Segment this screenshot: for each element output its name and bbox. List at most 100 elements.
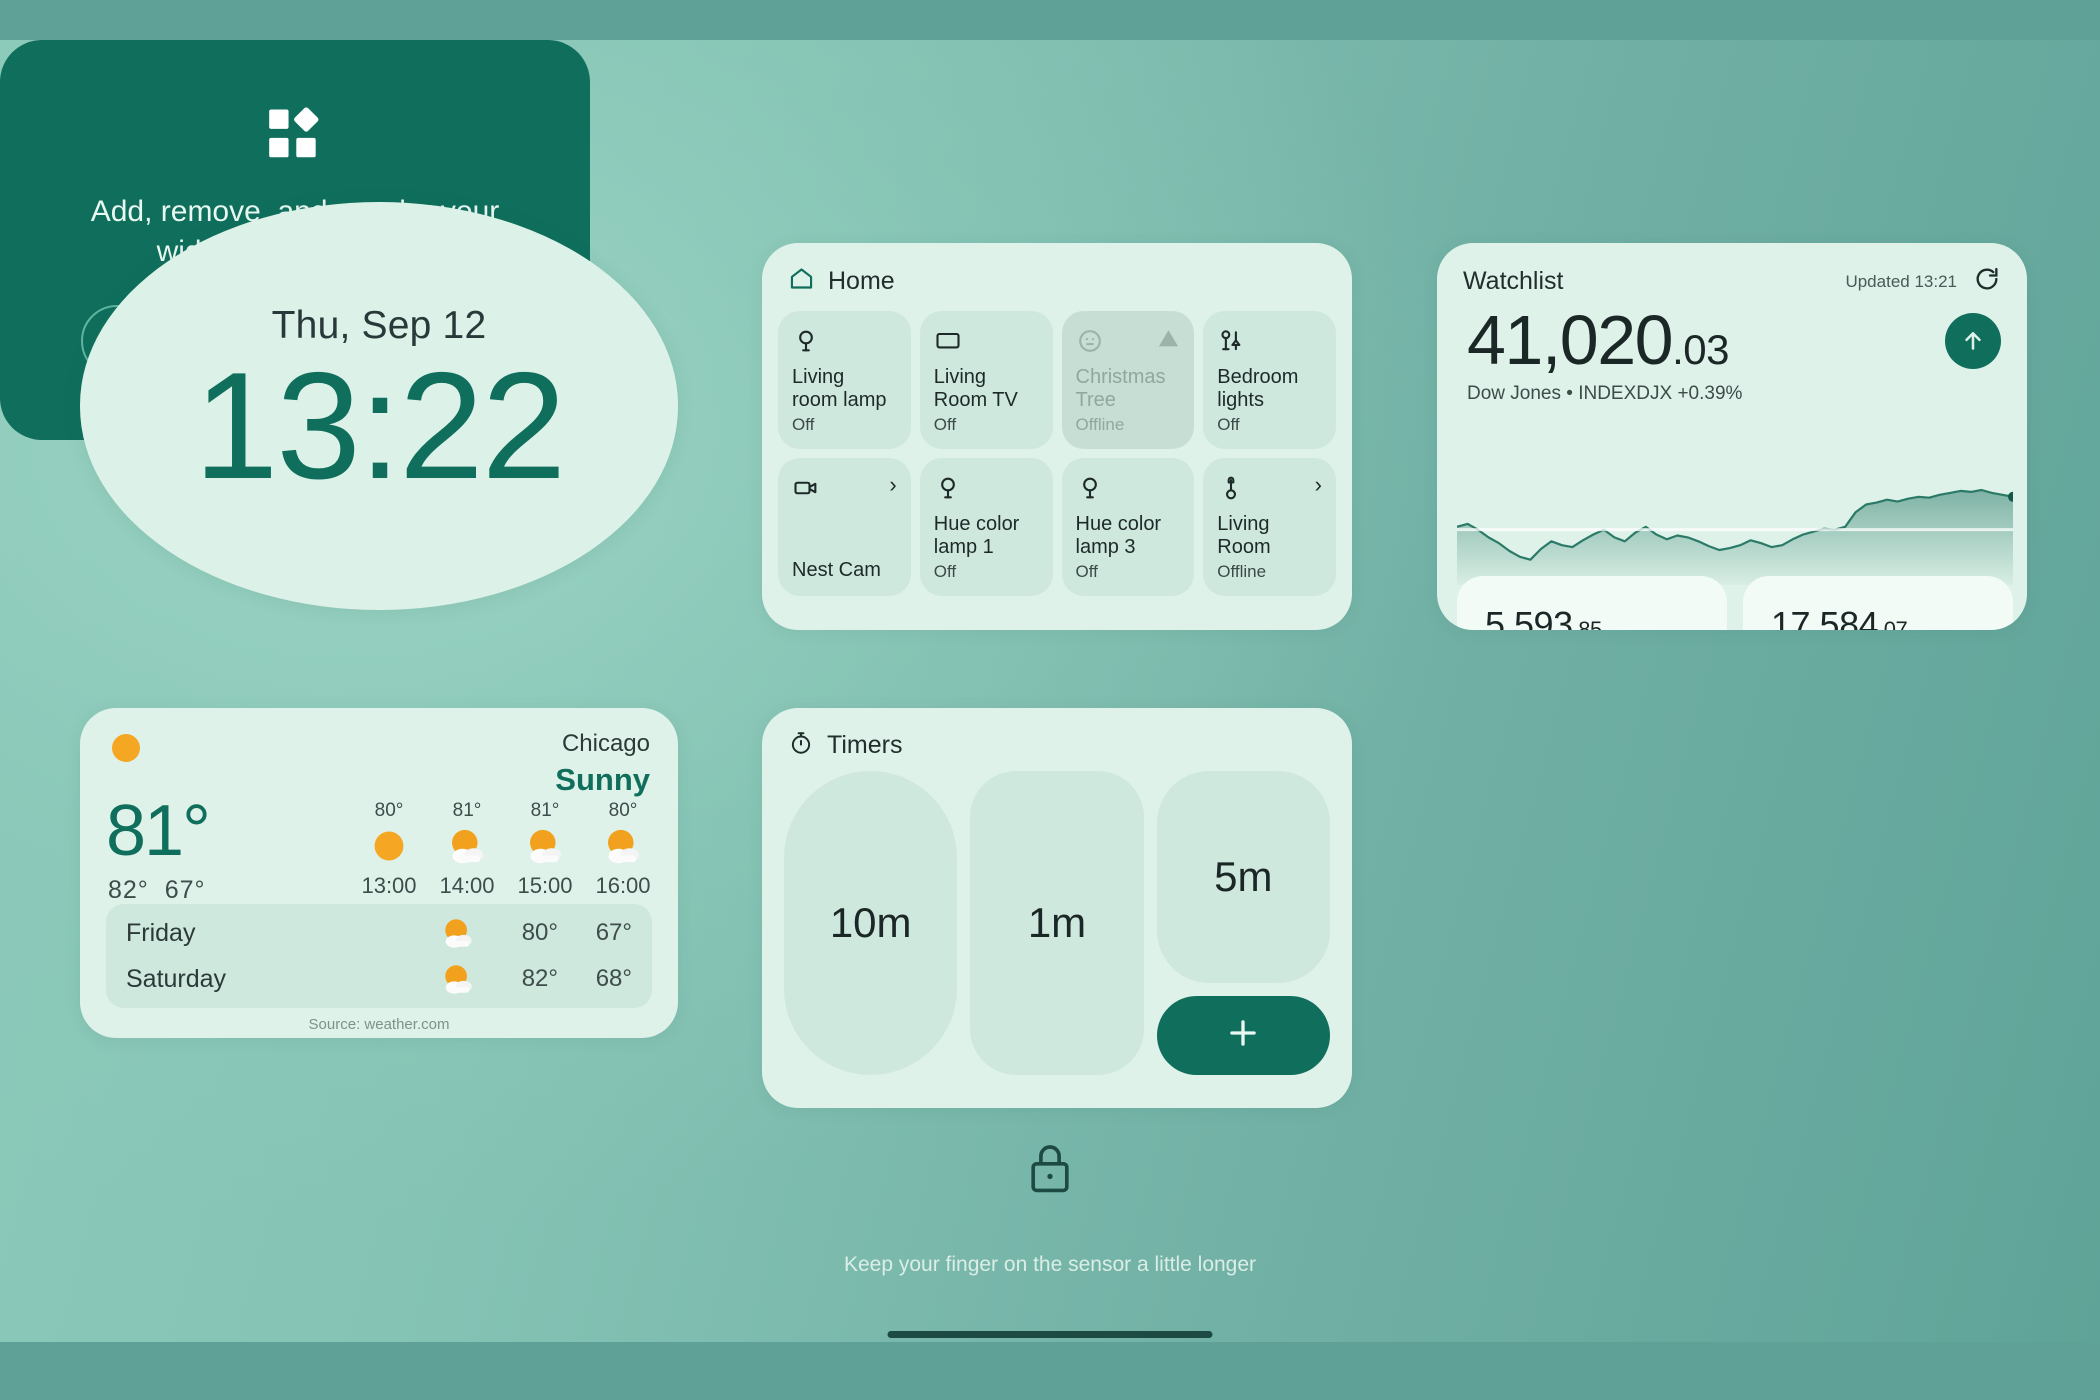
home-tile-state: Off — [1075, 562, 1098, 581]
timer-chip[interactable]: 5m — [1156, 771, 1330, 983]
weather-forecast-low: 67° — [595, 919, 632, 946]
chevron-right-icon[interactable]: › — [889, 474, 896, 496]
weather-daily-forecast: Friday 80° 67° Saturday 82° 68° — [106, 904, 652, 1008]
home-tile[interactable]: Living Room TV Off — [919, 311, 1053, 449]
timer-col-1: 10m — [784, 771, 958, 1075]
timer-col-3: 5m — [1156, 771, 1330, 1075]
weather-hour-temp: 81° — [530, 800, 560, 821]
weather-current-section: Chicago Sunny 81° 82° 67° 80° 13:00 81° 1… — [80, 708, 678, 904]
plus-icon — [1224, 1014, 1262, 1057]
weather-high-low: 82° 67° — [108, 876, 206, 905]
home-tile[interactable]: › Living Room Offline — [1203, 458, 1336, 596]
widgets-icon — [264, 103, 326, 170]
home-tile[interactable]: Hue color lamp 1 Off — [919, 458, 1053, 596]
sun-cloud-icon — [436, 826, 498, 871]
watchlist-price-cents: .03 — [1672, 326, 1729, 373]
watchlist-title: Watchlist — [1463, 267, 1564, 295]
watchlist-mini-card[interactable]: 5,593.85 — [1457, 576, 1727, 630]
home-tile[interactable]: Hue color lamp 3 Off — [1061, 458, 1195, 596]
weather-forecast-high: 82° — [521, 965, 558, 992]
weather-forecast-day: Friday — [126, 918, 196, 947]
weather-hour-temp: 81° — [452, 800, 482, 821]
tv-icon — [934, 327, 962, 360]
watchlist-widget[interactable]: Watchlist Updated 13:21 41,020.03 Dow Jo… — [1437, 243, 2027, 630]
weather-high: 82° — [108, 876, 149, 904]
letterbox-bottom — [0, 1342, 2100, 1400]
weather-condition: Sunny — [555, 762, 650, 797]
weather-hourly-forecast: 80° 13:00 81° 14:00 81° 15:00 80° 16:00 — [358, 800, 654, 899]
weather-hour-temp: 80° — [608, 800, 638, 821]
home-tile[interactable]: Christmas Tree Offline — [1061, 311, 1195, 449]
home-tile-name: Living Room — [1217, 512, 1271, 558]
home-tile-state: Off — [933, 415, 957, 434]
home-tile-name: Nest Cam — [792, 558, 881, 581]
weather-forecast-high: 80° — [521, 919, 558, 946]
weather-hour-time: 13:00 — [361, 873, 417, 898]
weather-forecast-row: Saturday 82° 68° — [106, 956, 652, 1002]
watchlist-subtitle: Dow Jones • INDEXDJX +0.39% — [1467, 383, 1743, 404]
watchlist-mini-card[interactable]: 17,584.07 — [1743, 576, 2013, 630]
sun-cloud-icon — [592, 826, 654, 871]
weather-hour-item: 81° 15:00 — [514, 800, 576, 899]
lock-icon[interactable] — [1025, 1140, 1075, 1201]
weather-hour-item: 81° 14:00 — [436, 800, 498, 899]
watchlist-mini-cards: 5,593.85 17,584.07 — [1457, 576, 2013, 630]
chevron-right-icon[interactable]: › — [1315, 474, 1322, 496]
timer-chip[interactable]: 10m — [784, 771, 958, 1075]
weather-current-temp: 81° — [106, 791, 211, 871]
home-tile-state: Offline — [1075, 415, 1125, 434]
lock-area: Keep your finger on the sensor a little … — [0, 1140, 2100, 1277]
arrow-up-icon[interactable] — [1945, 312, 2001, 369]
weather-forecast-low: 68° — [595, 965, 632, 992]
weather-city: Chicago — [561, 730, 650, 757]
home-title: Home — [828, 266, 895, 295]
camera-icon — [792, 474, 820, 507]
watchlist-price: 41,020.03 — [1467, 302, 1729, 379]
lock-screen-root: Thu, Sep 12 13:22 Home Living room lamp O… — [0, 0, 2100, 1400]
watchlist-value-row: 41,020.03 — [1437, 298, 2027, 379]
home-tile-name: Hue color lamp 3 — [1075, 512, 1162, 558]
weather-forecast-day: Saturday — [126, 964, 227, 993]
home-tile-name: Bedroom lights — [1217, 365, 1299, 411]
weather-hour-item: 80° 13:00 — [358, 800, 420, 899]
add-timer-button[interactable] — [1156, 996, 1330, 1075]
watchlist-updated-label: Updated 13:21 — [1845, 271, 1957, 291]
weather-widget[interactable]: Chicago Sunny 81° 82° 67° 80° 13:00 81° 1… — [80, 708, 678, 1038]
lock-hint-text: Keep your finger on the sensor a little … — [843, 1253, 1257, 1276]
smiley-icon — [1076, 327, 1104, 360]
weather-hour-temp: 80° — [374, 800, 404, 821]
clock-time: 13:22 — [193, 340, 566, 511]
timer-col-2: 1m — [970, 771, 1144, 1075]
home-tile[interactable]: Living room lamp Off — [778, 311, 911, 449]
timers-title: Timers — [827, 731, 903, 759]
warning-triangle-icon — [1157, 327, 1180, 355]
home-icon — [788, 265, 815, 297]
lightbulb-icon — [934, 474, 962, 507]
watchlist-sparkline-chart — [1457, 488, 2013, 585]
home-tile-name: Christmas Tree — [1075, 365, 1166, 411]
two-lamps-icon — [1217, 327, 1245, 360]
home-tile-state: Off — [1217, 415, 1240, 434]
weather-hour-time: 16:00 — [595, 873, 651, 898]
clock-widget[interactable]: Thu, Sep 12 13:22 — [80, 202, 678, 610]
weather-forecast-row: Friday 80° 67° — [106, 910, 652, 956]
refresh-icon[interactable] — [1973, 265, 2001, 298]
timers-widget[interactable]: Timers 10m 1m 5m — [762, 708, 1352, 1108]
home-widget[interactable]: Home Living room lamp Off Living Room TV O… — [762, 243, 1352, 630]
lightbulb-icon — [1076, 474, 1104, 507]
thermostat-icon — [1217, 474, 1245, 507]
timers-header: Timers — [762, 708, 1352, 761]
sun-icon — [358, 826, 420, 871]
home-tile-name: Living Room TV — [933, 365, 1018, 411]
timers-chip-row: 10m 1m 5m — [762, 761, 1352, 1097]
home-tile[interactable]: Bedroom lights Off — [1203, 311, 1336, 449]
watchlist-mini-value: 5,593.85 — [1485, 604, 1602, 630]
timer-chip[interactable]: 1m — [970, 771, 1144, 1075]
home-tile[interactable]: › Nest Cam — [778, 458, 911, 596]
letterbox-top — [0, 0, 2100, 40]
watchlist-mini-value: 17,584.07 — [1771, 604, 1908, 630]
home-indicator[interactable] — [887, 1331, 1213, 1338]
lightbulb-icon — [792, 327, 820, 360]
sun-cloud-icon — [432, 962, 484, 996]
home-tile-name: Living room lamp — [792, 365, 887, 411]
